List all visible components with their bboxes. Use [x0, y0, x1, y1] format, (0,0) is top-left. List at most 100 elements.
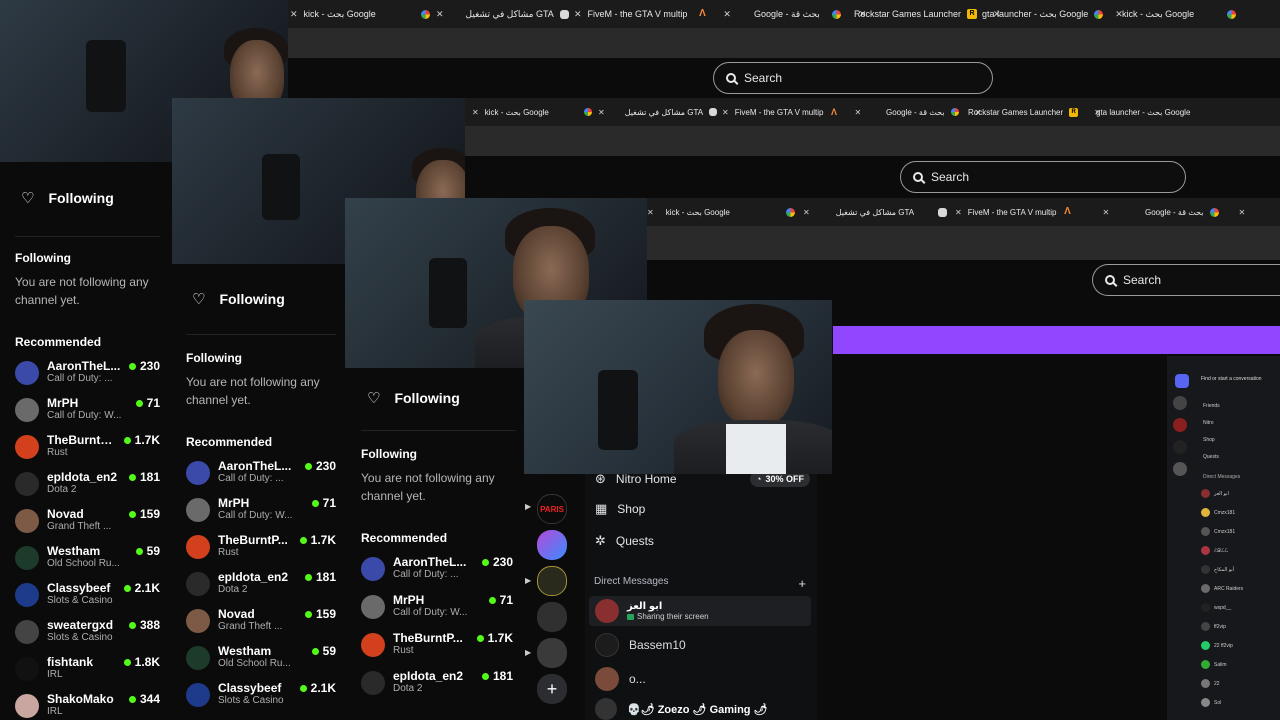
server-icon[interactable] — [1173, 396, 1187, 410]
search-input[interactable]: Search — [713, 62, 993, 94]
browser-tab[interactable]: ✕ مشاكل في تشغيل GTA — [436, 9, 574, 20]
recommended-channel[interactable]: Westham Old School Ru... 59 — [186, 644, 336, 681]
recommended-channel[interactable]: epIdota_en2 Dota 2 181 — [15, 470, 160, 507]
recommended-channel[interactable]: AaronTheL... Call of Duty: ... 230 — [361, 555, 513, 593]
dm-item[interactable]: 💀🌶 Zoezo 🌶 Gaming 🌶 — [589, 698, 768, 720]
add-server-button[interactable]: + — [537, 674, 567, 704]
browser-tab[interactable]: gta launcher - بحث Google — [1096, 108, 1206, 117]
browser-tab[interactable]: ✕ kick - بحث Google — [647, 207, 803, 217]
browser-tab[interactable]: kick - بحث Google — [1122, 9, 1250, 20]
channel-name: epIdota_en2 — [218, 570, 289, 584]
following-nav-item[interactable]: ♡ Following — [15, 160, 172, 236]
server-icon[interactable] — [1173, 462, 1187, 476]
close-tab-icon[interactable]: ✕ — [722, 108, 729, 117]
close-tab-icon[interactable]: ✕ — [574, 9, 582, 20]
browser-tab[interactable]: Google - بحث قة ✕ — [714, 9, 866, 20]
following-nav-item[interactable]: ♡ Following — [361, 366, 525, 430]
recommended-channel[interactable]: MrPH Call of Duty: W... 71 — [15, 396, 160, 433]
recommended-channel[interactable]: epIdota_en2 Dota 2 181 — [361, 669, 513, 707]
server-icon[interactable] — [1173, 440, 1187, 454]
browser-tab[interactable]: ✕ مشاكل في تشغيل GTA — [803, 207, 955, 217]
recommended-channel[interactable]: epIdota_en2 Dota 2 181 — [186, 570, 336, 607]
recommended-channel[interactable]: MrPH Call of Duty: W... 71 — [186, 496, 336, 533]
recommended-channel[interactable]: Westham Old School Ru... 59 — [15, 544, 160, 581]
recommended-channel[interactable]: sweatergxd Slots & Casino 388 — [15, 618, 160, 655]
channel-category: Call of Duty: ... — [393, 569, 459, 580]
recommended-channel[interactable]: MrPH Call of Duty: W... 71 — [361, 593, 513, 631]
heart-icon: ♡ — [192, 291, 206, 308]
mini-dm-item[interactable]: ℰ𝒟ℒℒ — [1201, 541, 1277, 560]
mini-dm-item[interactable]: أبو المكاح — [1201, 560, 1277, 579]
server-icon[interactable] — [537, 638, 567, 668]
promo-banner[interactable] — [833, 326, 1280, 354]
recommended-channel[interactable]: Classybeef Slots & Casino 2.1K — [15, 581, 160, 618]
mini-dm-item[interactable]: ابو العز — [1201, 484, 1277, 503]
close-tab-icon[interactable]: ✕ — [472, 108, 479, 117]
mini-dm-item[interactable]: 22 — [1201, 674, 1277, 693]
mini-nav-item[interactable]: Shop — [1203, 432, 1220, 449]
browser-tab[interactable]: ✕ FiveM - the GTA V multip Λ ✕ — [722, 107, 861, 117]
browser-tab[interactable]: gta launcher - بحث Google ✕ — [982, 9, 1123, 20]
dm-item[interactable]: o... — [589, 664, 646, 694]
close-tab-icon[interactable]: ✕ — [1239, 208, 1246, 217]
following-nav-item[interactable]: ♡ Following — [186, 264, 347, 334]
shop-item[interactable]: ▦ Shop — [595, 498, 645, 520]
server-icon[interactable] — [537, 566, 567, 596]
browser-tab[interactable]: Google - بحث قة ✕ — [1105, 207, 1245, 217]
browser-tab[interactable]: Rockstar Games Launcher R ✕ — [854, 9, 1001, 20]
live-indicator-icon — [128, 695, 136, 703]
recommended-channel[interactable]: Novad Grand Theft ... 159 — [15, 507, 160, 544]
server-icon[interactable] — [1173, 418, 1187, 432]
microphone — [429, 258, 467, 328]
mini-nav-item[interactable]: Friends — [1203, 398, 1220, 415]
avatar — [1201, 698, 1210, 707]
microphone — [86, 40, 126, 112]
mini-dm-item[interactable]: 22 ff2vip — [1201, 636, 1277, 655]
quests-item[interactable]: ✲ Quests — [595, 530, 654, 552]
browser-tab[interactable]: Google - بحث قة ✕ — [850, 108, 981, 117]
mini-dm-item[interactable]: Sol — [1201, 693, 1277, 712]
recommended-channel[interactable]: TheBurntP... Rust 1.7K — [361, 631, 513, 669]
mini-dm-item[interactable]: Salim — [1201, 655, 1277, 674]
microphone — [262, 154, 300, 220]
recommended-channel[interactable]: AaronTheL... Call of Duty: ... 230 — [186, 459, 336, 496]
viewer-count: 59 — [135, 544, 160, 558]
dm-item[interactable]: ابو العز Sharing their screen — [589, 596, 811, 626]
browser-tab[interactable]: Rockstar Games Launcher R ✕ — [968, 107, 1101, 117]
avatar — [186, 535, 210, 559]
mini-dm-item[interactable]: Cmzx181 — [1201, 522, 1277, 541]
close-tab-icon[interactable]: ✕ — [803, 208, 810, 217]
browser-tab[interactable]: ✕ kick - بحث Google — [472, 108, 598, 117]
close-tab-icon[interactable]: ✕ — [436, 9, 444, 20]
close-tab-icon[interactable]: ✕ — [647, 208, 654, 217]
browser-tab[interactable]: ✕ kick - بحث Google — [290, 9, 436, 20]
recommended-channel[interactable]: ShakoMako IRL 344 — [15, 692, 160, 720]
add-dm-icon[interactable]: + — [798, 576, 806, 591]
recommended-channel[interactable]: AaronTheL... Call of Duty: ... 230 — [15, 359, 160, 396]
close-tab-icon[interactable]: ✕ — [290, 9, 298, 20]
browser-tab[interactable]: ✕ FiveM - the GTA V multip Λ ✕ — [574, 9, 731, 20]
following-heading: Following — [15, 251, 71, 265]
recommended-channel[interactable]: TheBurntP... Rust 1.7K — [15, 433, 160, 470]
direct-messages-header: Direct Messages + — [594, 576, 806, 591]
search-input[interactable]: Search — [900, 161, 1186, 193]
mini-dm-item[interactable]: Cmzx181 — [1201, 503, 1277, 522]
search-input[interactable]: Search — [1092, 264, 1280, 296]
recommended-channel[interactable]: Novad Grand Theft ... 159 — [186, 607, 336, 644]
recommended-channel[interactable]: fishtank IRL 1.8K — [15, 655, 160, 692]
mini-nav-item[interactable]: Nitro — [1203, 415, 1220, 432]
mini-dm-item[interactable]: wspd__ — [1201, 598, 1277, 617]
server-icon[interactable] — [537, 530, 567, 560]
browser-tab[interactable]: ✕ مشاكل في تشغيل GTA — [598, 108, 722, 117]
dm-item[interactable]: Bassem10 — [589, 630, 686, 660]
recommended-channel[interactable]: Classybeef Slots & Casino 2.1K — [186, 681, 336, 718]
server-icon[interactable] — [537, 602, 567, 632]
recommended-channel[interactable]: TheBurntP... Rust 1.7K — [186, 533, 336, 570]
server-icon-paris[interactable]: PARIS — [537, 494, 567, 524]
mini-dm-item[interactable]: ARC Raiders — [1201, 579, 1277, 598]
close-tab-icon[interactable]: ✕ — [955, 208, 962, 217]
mini-nav-item[interactable]: Quests — [1203, 449, 1220, 466]
close-tab-icon[interactable]: ✕ — [598, 108, 605, 117]
mini-dm-item[interactable]: ff2vip — [1201, 617, 1277, 636]
browser-tab[interactable]: ✕ FiveM - the GTA V multip Λ ✕ — [955, 207, 1109, 217]
